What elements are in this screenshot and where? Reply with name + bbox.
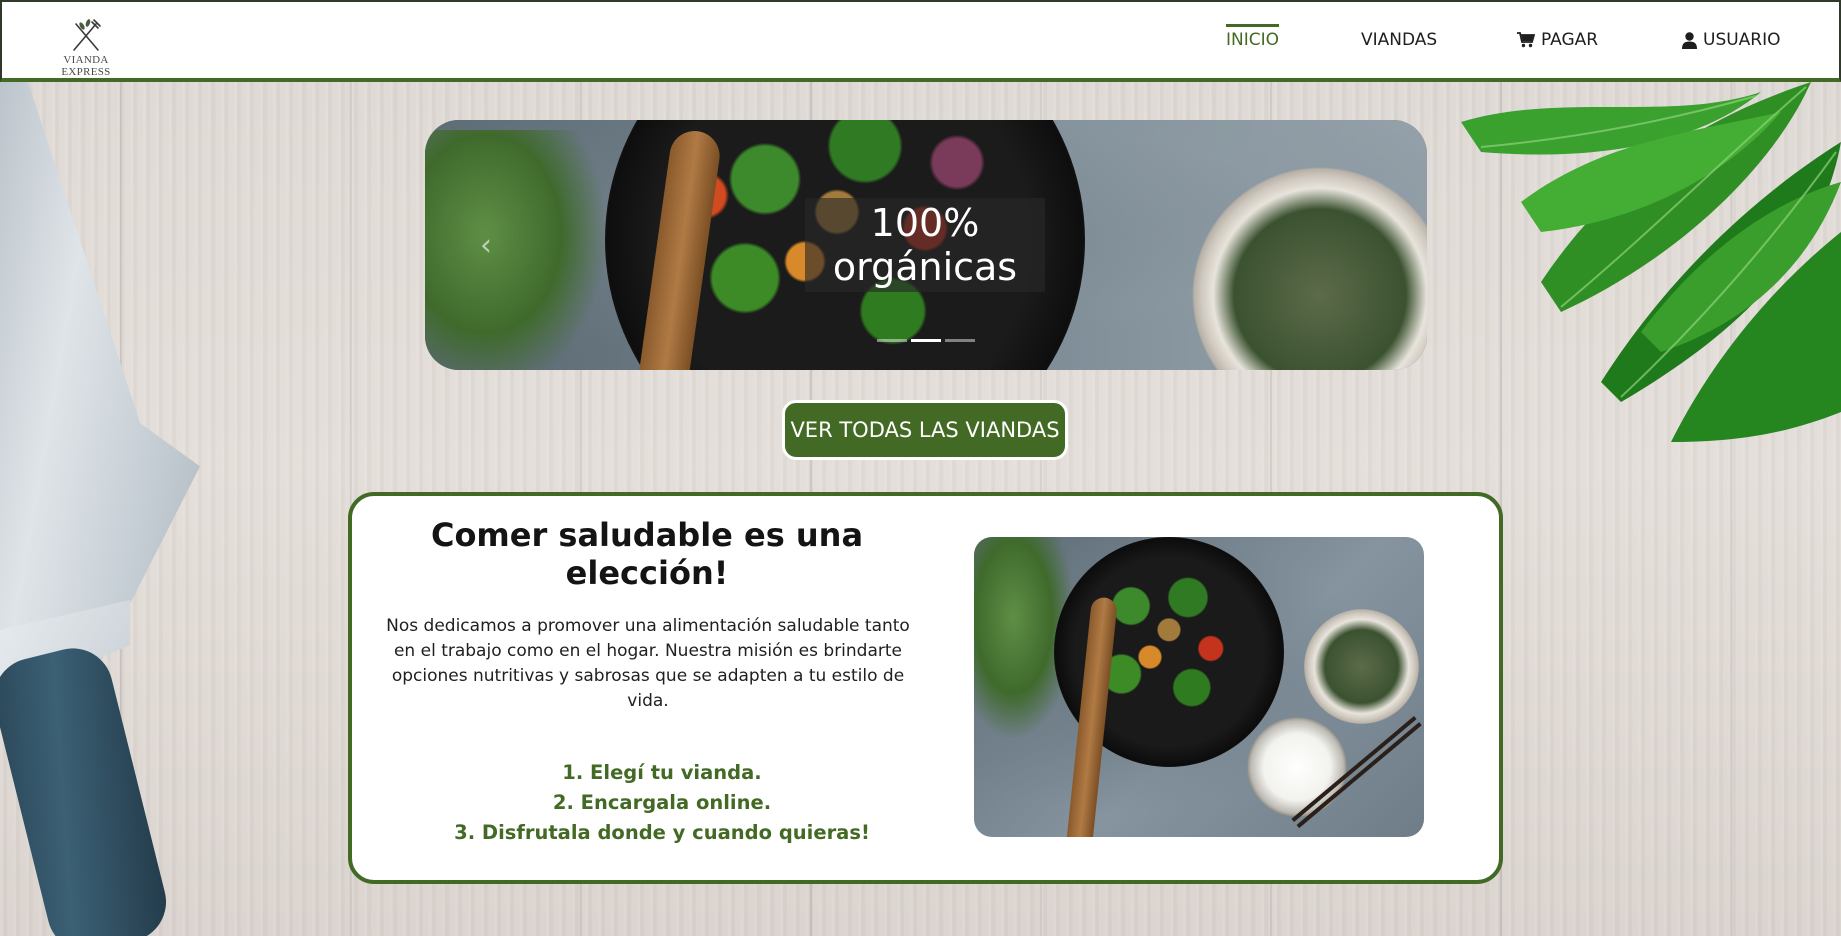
nav-item-inicio[interactable]: INICIO	[1226, 24, 1280, 50]
nav-item-label: PAGAR	[1541, 30, 1599, 50]
info-title: Comer saludable es una elección!	[430, 516, 864, 592]
food-photo	[974, 537, 1424, 837]
step-item: 1. Elegí tu vianda.	[562, 761, 762, 784]
carousel-indicator[interactable]	[945, 339, 975, 342]
step-item: 2. Encargala online.	[552, 791, 772, 814]
carousel-indicator[interactable]	[877, 339, 907, 342]
food-photo-soup	[1304, 609, 1419, 724]
carousel-image-mint	[425, 130, 605, 370]
carousel-caption-line1: 100%	[870, 201, 980, 245]
brand-name: VIANDA EXPRESS	[61, 54, 111, 78]
steps-list: 1. Elegí tu vianda. 2. Encargala online.…	[392, 758, 932, 848]
carousel-indicators	[877, 339, 975, 342]
view-all-viandas-button[interactable]: VER TODAS LAS VIANDAS	[782, 400, 1068, 460]
nav-item-pagar[interactable]: PAGAR	[1517, 30, 1598, 50]
nav-item-usuario[interactable]: USUARIO	[1682, 30, 1781, 50]
user-icon	[1682, 31, 1697, 49]
fork-knife-icon	[73, 19, 101, 51]
step-item: 3. Disfrutala donde y cuando quieras!	[454, 821, 870, 844]
info-text: Nos dedicamos a promover una alimentació…	[386, 616, 910, 711]
food-photo-rice	[1242, 717, 1352, 817]
cart-icon	[1517, 32, 1535, 48]
brand-logo[interactable]: VIANDA EXPRESS	[38, 18, 134, 78]
carousel-caption: 100% orgánicas	[805, 198, 1045, 292]
nav-item-viandas[interactable]: VIANDAS	[1361, 30, 1437, 50]
carousel-caption-line2: orgánicas	[832, 245, 1018, 289]
knife-handle-decoration	[0, 639, 175, 936]
carousel-indicator-active[interactable]	[911, 339, 941, 342]
info-card: Comer saludable es una elección! Nos ded…	[348, 492, 1503, 884]
nav-item-label: USUARIO	[1703, 30, 1781, 50]
nav-item-label: INICIO	[1226, 30, 1280, 50]
nav-item-label: VIANDAS	[1361, 30, 1438, 50]
hero-carousel[interactable]: ‹ 100% orgánicas	[425, 120, 1427, 370]
site-header: VIANDA EXPRESS INICIO VIANDAS PAGAR USUA…	[0, 0, 1841, 82]
carousel-prev-icon[interactable]: ‹	[480, 228, 492, 263]
